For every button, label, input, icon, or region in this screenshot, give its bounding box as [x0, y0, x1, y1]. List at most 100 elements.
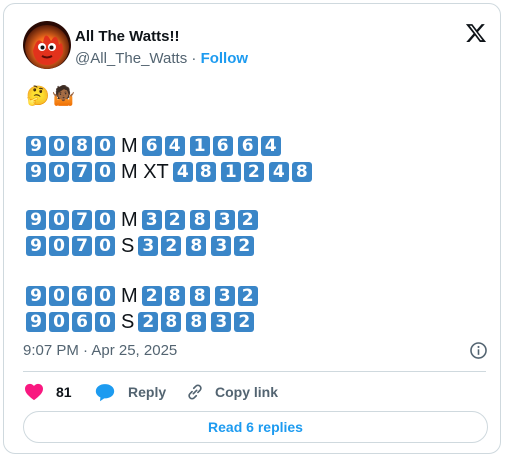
keycap-digit: 0 [49, 286, 69, 306]
handle-separator: · [187, 50, 201, 67]
model-suffix: M [121, 285, 138, 307]
copy-link-label: Copy link [215, 384, 279, 400]
keycap-digit: 7 [72, 210, 92, 230]
keycap-number: 9060 [26, 312, 115, 332]
keycap-digit: 8 [186, 236, 207, 256]
tweet-line: 9070S32832 [26, 234, 259, 258]
keycap-digit: 4 [164, 136, 185, 156]
keycap-digit: 6 [72, 312, 92, 332]
keycap-digit: 7 [72, 162, 92, 182]
reply-button[interactable]: Reply [95, 382, 166, 402]
keycap-digit: 1 [189, 136, 210, 156]
keycap-number: 32 [214, 286, 258, 306]
keycap-digit: 0 [49, 312, 69, 332]
keycap-digit: 0 [49, 210, 69, 230]
keycap-digit: 2 [234, 236, 255, 256]
keycap-digit: 0 [95, 136, 115, 156]
keycap-digit: 9 [26, 210, 46, 230]
keycap-number: 32 [211, 312, 255, 332]
keycap-number: 9070 [26, 210, 115, 230]
keycap-digit: 4 [268, 162, 289, 182]
keycap-digit: 8 [186, 312, 207, 332]
keycap-digit: 0 [49, 136, 69, 156]
keycap-digit: 0 [95, 312, 115, 332]
timestamp[interactable]: 9:07 PM · Apr 25, 2025 [23, 342, 177, 359]
keycap-digit: 6 [237, 136, 258, 156]
info-icon[interactable] [469, 341, 488, 360]
keycap-number: 28 [138, 312, 182, 332]
follow-button[interactable]: Follow [201, 50, 249, 67]
keycap-digit: 3 [141, 210, 162, 230]
keycap-digit: 9 [26, 236, 46, 256]
keycap-digit: 3 [214, 286, 235, 306]
keycap-number: 9060 [26, 286, 115, 306]
keycap-digit: 3 [214, 210, 235, 230]
keycap-digit: 4 [260, 136, 281, 156]
keycap-digit: 0 [95, 210, 115, 230]
keycap-number: 8 [186, 312, 207, 332]
keycap-digit: 0 [49, 236, 69, 256]
keycap-digit: 8 [195, 162, 216, 182]
author-handle[interactable]: @All_The_Watts [75, 50, 187, 67]
model-suffix: S [121, 311, 135, 333]
keycap-digit: 2 [237, 286, 258, 306]
keycap-number: 9070 [26, 236, 115, 256]
read-replies-button[interactable]: Read 6 replies [23, 411, 488, 443]
keycap-digit: 2 [164, 210, 185, 230]
keycap-digit: 8 [189, 210, 210, 230]
reply-bubble-icon [95, 383, 115, 402]
tweet-line: 9070M32832 [26, 208, 263, 232]
keycap-digit: 8 [189, 286, 210, 306]
keycap-number: 9070 [26, 162, 115, 182]
keycap-digit: 0 [95, 236, 115, 256]
keycap-number: 32 [214, 210, 258, 230]
keycap-digit: 9 [26, 162, 46, 182]
keycap-digit: 7 [72, 236, 92, 256]
x-logo-icon[interactable] [465, 22, 487, 44]
keycap-number: 32 [141, 210, 185, 230]
keycap-number: 64 [141, 136, 185, 156]
model-suffix: M [121, 209, 138, 231]
keycap-digit: 2 [141, 286, 162, 306]
tweet-line: 9070M XT 4 8 1 2 4 8 [26, 160, 317, 184]
copy-link-button[interactable]: Copy link [185, 382, 278, 402]
tweet-line: 9060M28832 [26, 284, 263, 308]
keycap-number: 64 [237, 136, 281, 156]
keycap-digit: 8 [161, 312, 182, 332]
author-name[interactable]: All The Watts!! [75, 28, 179, 45]
keycap-digit: 3 [211, 312, 232, 332]
reply-label: Reply [128, 384, 167, 400]
tweet-line: 9080M641664 [26, 134, 286, 158]
keycap-number: 12 [220, 162, 264, 182]
keycap-digit: 2 [237, 210, 258, 230]
keycap-digit: 1 [220, 162, 241, 182]
keycap-number: 48 [268, 162, 312, 182]
keycap-number: 8 [189, 210, 210, 230]
keycap-digit: 0 [95, 286, 115, 306]
keycap-digit: 8 [164, 286, 185, 306]
tweet-line: 9060S28832 [26, 310, 259, 334]
keycap-digit: 2 [161, 236, 182, 256]
keycap-number: 9080 [26, 136, 115, 156]
model-suffix: M [121, 135, 138, 157]
keycap-digit: 0 [95, 162, 115, 182]
emoji-row: 🤔 🤷🏾 [26, 84, 77, 107]
keycap-digit: 2 [234, 312, 255, 332]
keycap-number: 32 [211, 236, 255, 256]
keycap-number: 8 [189, 286, 210, 306]
keycap-digit: 8 [72, 136, 92, 156]
tweet-card: All The Watts!! @All_The_Watts · Follow … [3, 3, 501, 454]
model-suffix: S [121, 235, 135, 257]
like-count: 81 [56, 384, 72, 400]
keycap-digit: 6 [72, 286, 92, 306]
divider [23, 371, 486, 372]
link-icon [185, 382, 205, 402]
like-button[interactable]: 81 [24, 382, 72, 402]
keycap-number: 32 [138, 236, 182, 256]
keycap-digit: 6 [212, 136, 233, 156]
keycap-digit: 3 [138, 236, 159, 256]
keycap-digit: 9 [26, 136, 46, 156]
keycap-digit: 2 [243, 162, 264, 182]
keycap-number: 28 [141, 286, 185, 306]
avatar[interactable] [23, 21, 71, 69]
